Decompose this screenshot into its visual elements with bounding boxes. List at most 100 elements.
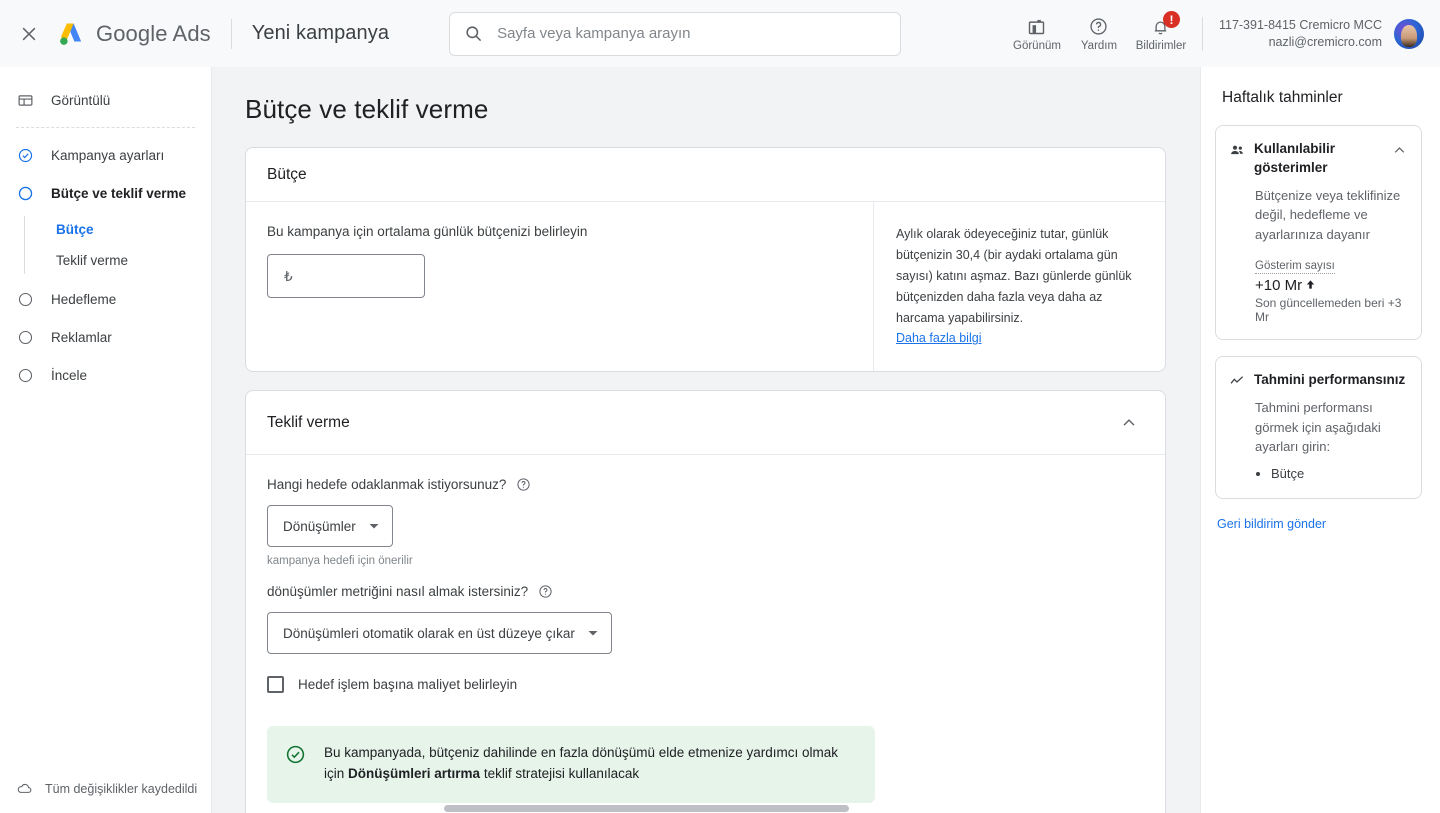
send-feedback-link[interactable]: Geri bildirim gönder	[1217, 517, 1326, 531]
help-button[interactable]: Yardım	[1068, 11, 1130, 56]
sidebar-item-targeting[interactable]: Hedefleme	[0, 280, 203, 318]
trending-up-icon	[1229, 373, 1245, 389]
notice-text-end: teklif stratejisi kullanılacak	[480, 766, 640, 782]
budget-input-label: Bu kampanya için ortalama günlük bütçeni…	[267, 224, 588, 239]
budget-card-header: Bütçe	[246, 148, 1165, 202]
main-scroll-area: Bütçe ve teklif verme Bütçe Bu kampanya …	[212, 67, 1200, 813]
chevron-up-icon[interactable]	[1391, 142, 1408, 159]
sidebar-subitem-budget[interactable]: Bütçe	[0, 214, 203, 245]
sidebar-item-targeting-label: Hedefleme	[51, 291, 117, 307]
bidding-question-2: dönüşümler metriğini nasıl almak istersi…	[267, 584, 529, 600]
circle-icon	[16, 328, 34, 346]
impressions-metric-value-row: +10 Mr	[1255, 277, 1408, 294]
budget-input-section: Bu kampanya için ortalama günlük bütçeni…	[246, 202, 873, 371]
bidding-question-2-row: dönüşümler metriğini nasıl almak istersi…	[267, 584, 1144, 599]
appearance-button[interactable]: Görünüm	[1006, 11, 1068, 56]
appearance-icon	[1026, 15, 1047, 37]
search-input[interactable]	[495, 12, 887, 55]
page-title: Bütçe ve teklif verme	[245, 94, 489, 124]
circle-icon	[16, 366, 34, 384]
sidebar-subitem-bidding[interactable]: Teklif verme	[0, 245, 203, 276]
budget-info-text: Aylık olarak ödeyeceğiniz tutar, günlük …	[896, 227, 1132, 325]
bidding-card-header: Teklif verme	[246, 391, 1165, 456]
help-circle-icon[interactable]	[538, 584, 553, 599]
help-circle-icon[interactable]	[516, 477, 531, 492]
bidding-question-1: Hangi hedefe odaklanmak istiyorsunuz?	[267, 477, 507, 493]
budget-card-title: Bütçe	[267, 166, 307, 183]
sidebar-item-campaign-settings[interactable]: Kampanya ayarları	[0, 136, 203, 174]
check-circle-icon	[285, 744, 306, 765]
appearance-label: Görünüm	[1013, 40, 1061, 52]
bid-focus-hint: kampanya hedefi için önerilir	[267, 555, 413, 568]
help-label: Yardım	[1080, 40, 1118, 52]
sidebar: Görüntülü Kampanya ayarları Bütçe ve tek	[0, 67, 212, 813]
target-cpa-checkbox-label: Hedef işlem başına maliyet belirleyin	[298, 677, 518, 693]
target-cpa-checkbox-row[interactable]: Hedef işlem başına maliyet belirleyin	[267, 676, 1144, 694]
body: Görüntülü Kampanya ayarları Bütçe ve tek	[0, 67, 1440, 813]
main-content: Bütçe ve teklif verme Bütçe Bu kampanya …	[212, 67, 1200, 813]
bid-strategy-notice-text: Bu kampanyada, bütçeniz dahilinde en faz…	[324, 743, 855, 785]
weekly-estimates-title: Haftalık tahminler	[1222, 89, 1343, 106]
sidebar-divider	[16, 127, 195, 128]
cloud-done-icon	[16, 780, 33, 797]
horizontal-scrollbar-thumb[interactable]	[444, 805, 849, 812]
budget-card-body: Bu kampanya için ortalama günlük bütçeni…	[246, 202, 1165, 372]
google-ads-new-campaign-page: Google Ads Yeni kampanya Sayfa veya kamp…	[0, 0, 1440, 813]
horizontal-scrollbar[interactable]	[212, 804, 1200, 813]
brand-label: Google Ads	[96, 20, 211, 46]
available-impressions-title: Kullanılabilir gösterimler	[1254, 141, 1336, 175]
page-context-title: Yeni kampanya	[251, 22, 390, 44]
sidebar-item-campaign-settings-label: Kampanya ayarları	[51, 147, 165, 163]
saved-status: Tüm değişiklikler kaydedildi	[0, 780, 211, 813]
estimated-performance-title: Tahmini performansınız	[1254, 372, 1406, 388]
bid-strategy-notice: Bu kampanyada, bütçeniz dahilinde en faz…	[267, 726, 875, 804]
google-ads-icon	[60, 23, 82, 45]
header-divider-2	[1201, 16, 1203, 51]
available-impressions-description: Bütçenize veya teklifinize değil, hedefl…	[1255, 187, 1401, 242]
close-icon[interactable]	[14, 19, 44, 49]
sidebar-item-display-campaign[interactable]: Görüntülü	[0, 81, 203, 119]
bid-focus-select[interactable]: Dönüşümler	[267, 505, 393, 548]
weekly-estimates-panel: Haftalık tahminler Kullanılabilir göster…	[1200, 67, 1440, 813]
budget-card: Bütçe Bu kampanya için ortalama günlük b…	[245, 147, 1166, 373]
sidebar-substeps: Bütçe Teklif verme	[0, 214, 211, 276]
notifications-label: Bildirimler	[1135, 40, 1187, 52]
notifications-button[interactable]: ! Bildirimler	[1130, 11, 1192, 56]
impressions-metric-value: +10 Mr	[1255, 277, 1303, 295]
estimated-performance-requirements: Bütçe	[1271, 466, 1408, 481]
estimated-performance-header: Tahmini performansınız	[1229, 371, 1408, 390]
daily-budget-field[interactable]	[267, 254, 425, 298]
search-icon	[464, 24, 483, 43]
bidding-question-1-row: Hangi hedefe odaklanmak istiyorsunuz?	[267, 477, 1144, 492]
help-circle-icon	[1088, 15, 1109, 37]
impressions-metric: Gösterim sayısı +10 Mr Son güncellemeden…	[1255, 256, 1408, 324]
chevron-up-icon[interactable]	[1115, 409, 1143, 437]
search-bar[interactable]	[449, 11, 902, 56]
daily-budget-input[interactable]	[282, 267, 410, 285]
account-info[interactable]: 117-391-8415 Cremicro MCC nazli@cremicro…	[1219, 17, 1382, 51]
sidebar-item-review[interactable]: İncele	[0, 356, 203, 394]
account-email: nazli@cremicro.com	[1268, 34, 1382, 49]
circle-icon	[16, 290, 34, 308]
estimated-performance-card: Tahmini performansınız Tahmini performan…	[1215, 356, 1422, 499]
notice-strategy-name: Dönüşümleri artırma	[348, 766, 481, 782]
notification-badge: !	[1162, 11, 1180, 28]
sidebar-item-ads-label: Reklamlar	[51, 329, 112, 345]
bid-strategy-select-value: Dönüşümleri otomatik olarak en üst düzey…	[283, 625, 575, 641]
sidebar-item-budget-bidding-label: Bütçe ve teklif verme	[51, 185, 187, 201]
header-actions: Görünüm Yardım ! Bildirimler 117-391-841…	[1006, 11, 1424, 56]
bid-focus-select-value: Dönüşümler	[283, 518, 356, 534]
budget-info-panel: Aylık olarak ödeyeceğiniz tutar, günlük …	[873, 202, 1165, 372]
check-circle-icon	[16, 146, 34, 164]
target-cpa-checkbox[interactable]	[267, 676, 284, 694]
sidebar-item-ads[interactable]: Reklamlar	[0, 318, 203, 356]
bidding-card: Teklif verme Hangi hedefe odaklanmak ist…	[245, 390, 1166, 813]
budget-learn-more-link[interactable]: Daha fazla bilgi	[896, 331, 981, 345]
chevron-down-icon	[368, 520, 380, 532]
avatar[interactable]	[1394, 18, 1424, 49]
bidding-card-body: Hangi hedefe odaklanmak istiyorsunuz? Dö…	[246, 455, 1165, 813]
bid-strategy-select[interactable]: Dönüşümleri otomatik olarak en üst düzey…	[267, 612, 612, 655]
sidebar-item-review-label: İncele	[51, 367, 88, 383]
sidebar-item-budget-bidding[interactable]: Bütçe ve teklif verme	[0, 174, 203, 212]
google-ads-logo[interactable]: Google Ads	[56, 19, 211, 49]
